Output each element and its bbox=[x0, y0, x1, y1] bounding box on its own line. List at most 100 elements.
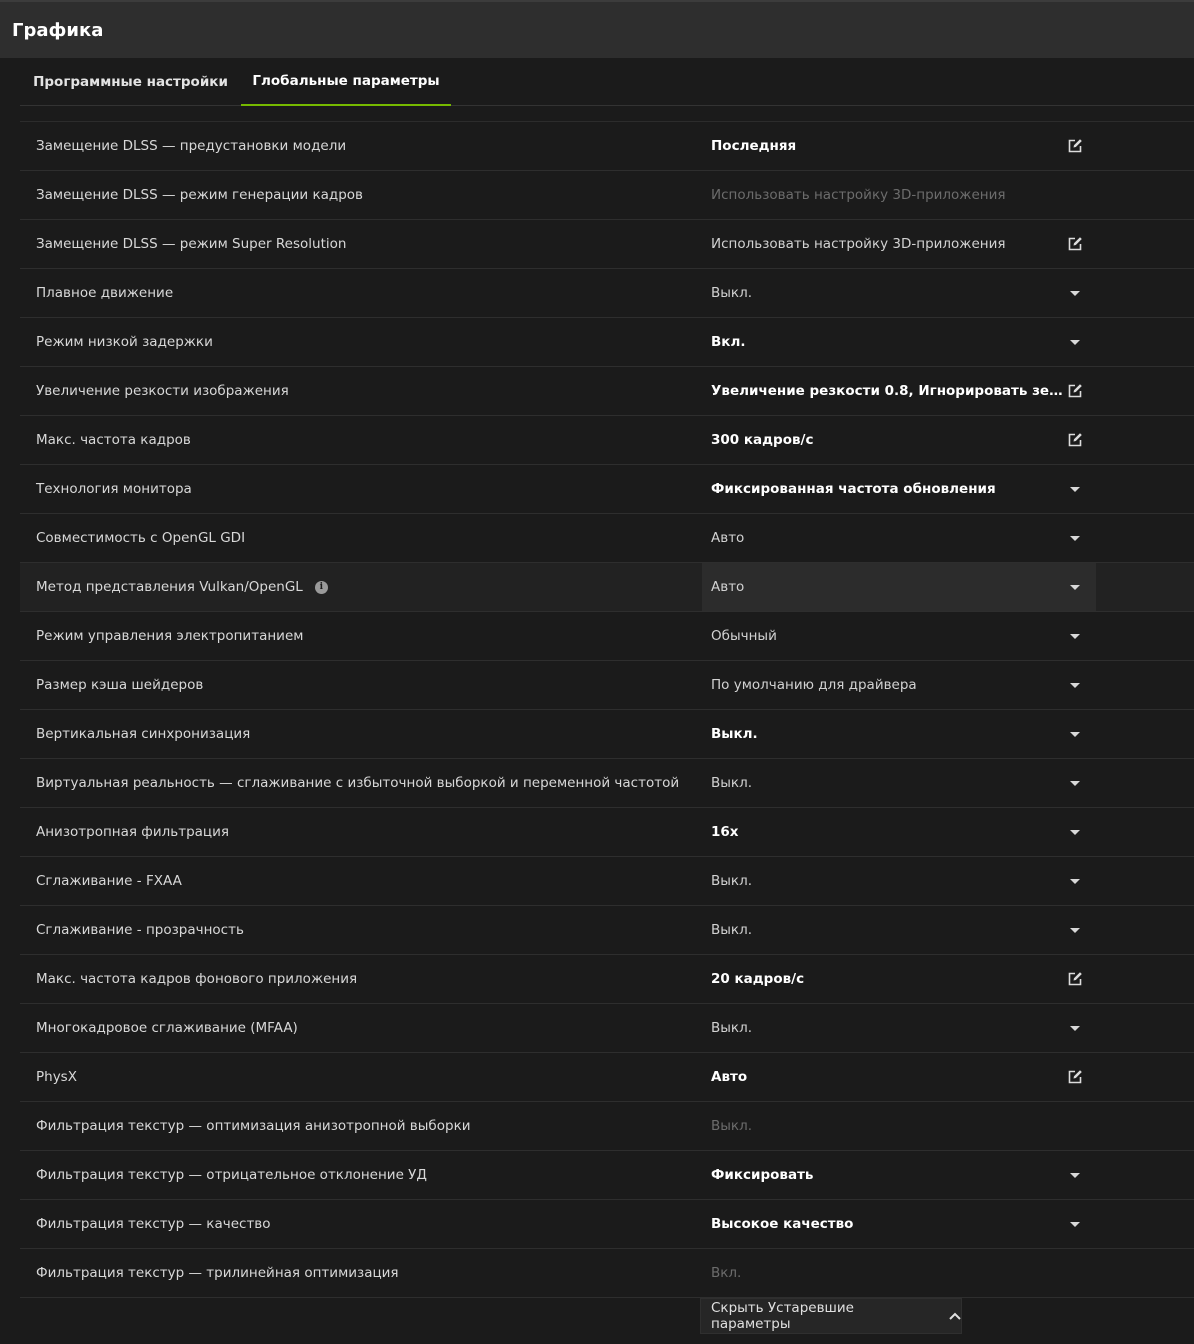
setting-dropdown[interactable]: Выкл. bbox=[702, 759, 1096, 807]
setting-name-label: Многокадровое сглаживание (MFAA) bbox=[36, 1020, 298, 1036]
setting-name: Фильтрация текстур — трилинейная оптимиз… bbox=[36, 1249, 399, 1297]
setting-name: Замещение DLSS — предустановки модели bbox=[36, 122, 346, 170]
setting-name: Вертикальная синхронизация bbox=[36, 710, 250, 758]
setting-name-label: Режим управления электропитанием bbox=[36, 628, 304, 644]
setting-value-editable[interactable]: Увеличение резкости 0.8, Игнорировать зе… bbox=[702, 367, 1096, 415]
setting-dropdown[interactable]: Авто bbox=[702, 563, 1096, 611]
setting-name: Совместимость с OpenGL GDI bbox=[36, 514, 245, 562]
chevron-down-icon[interactable] bbox=[1066, 333, 1084, 351]
setting-value-text: Выкл. bbox=[711, 775, 752, 791]
settings-row: Фильтрация текстур — отрицательное откло… bbox=[20, 1151, 1194, 1200]
setting-name-label: Фильтрация текстур — оптимизация анизотр… bbox=[36, 1118, 471, 1134]
setting-value-text: 300 кадров/с bbox=[711, 432, 814, 448]
chevron-down-icon[interactable] bbox=[1066, 284, 1084, 302]
chevron-up-icon bbox=[949, 1312, 961, 1320]
setting-dropdown[interactable]: По умолчанию для драйвера bbox=[702, 661, 1096, 709]
setting-dropdown[interactable]: Фиксировать bbox=[702, 1151, 1096, 1199]
setting-value-text: Выкл. bbox=[711, 922, 752, 938]
setting-value-editable[interactable]: 300 кадров/с bbox=[702, 416, 1096, 464]
setting-value-editable[interactable]: Последняя bbox=[702, 122, 1096, 170]
edit-icon[interactable] bbox=[1066, 382, 1084, 400]
setting-dropdown[interactable]: 16x bbox=[702, 808, 1096, 856]
setting-dropdown[interactable]: Вкл. bbox=[702, 318, 1096, 366]
setting-value: Выкл. bbox=[711, 759, 1063, 807]
chevron-down-icon[interactable] bbox=[1066, 725, 1084, 743]
setting-name-label: Вертикальная синхронизация bbox=[36, 726, 251, 742]
tab-bar: Программные настройки Глобальные парамет… bbox=[20, 58, 1194, 106]
info-icon[interactable]: i bbox=[314, 580, 328, 594]
setting-dropdown[interactable]: Выкл. bbox=[702, 1004, 1096, 1052]
chevron-down-icon[interactable] bbox=[1066, 578, 1084, 596]
setting-name-label: Макс. частота кадров bbox=[36, 432, 191, 448]
setting-name: Режим низкой задержки bbox=[36, 318, 213, 366]
setting-value-text: Вкл. bbox=[711, 1265, 742, 1281]
setting-name-label: Фильтрация текстур — качество bbox=[36, 1216, 271, 1232]
setting-value: Выкл. bbox=[711, 1102, 1063, 1150]
edit-icon[interactable] bbox=[1066, 235, 1084, 253]
setting-value-editable[interactable]: Использовать настройку 3D-приложения bbox=[702, 220, 1096, 268]
tab-program-settings[interactable]: Программные настройки bbox=[20, 58, 241, 106]
setting-value: Последняя bbox=[711, 122, 1063, 170]
edit-icon[interactable] bbox=[1066, 970, 1084, 988]
setting-value: Вкл. bbox=[711, 318, 1063, 366]
setting-dropdown[interactable]: Обычный bbox=[702, 612, 1096, 660]
setting-value-text: 16x bbox=[711, 824, 739, 840]
title-bar: Графика bbox=[0, 0, 1194, 58]
setting-name: Замещение DLSS — режим Super Resolution bbox=[36, 220, 346, 268]
setting-dropdown[interactable]: Выкл. bbox=[702, 906, 1096, 954]
chevron-down-icon[interactable] bbox=[1066, 480, 1084, 498]
setting-dropdown[interactable]: Выкл. bbox=[702, 710, 1096, 758]
edit-icon[interactable] bbox=[1066, 431, 1084, 449]
settings-row: Фильтрация текстур — трилинейная оптимиз… bbox=[20, 1249, 1194, 1298]
settings-row: Замещение DLSS — режим Super Resolution И… bbox=[20, 220, 1194, 269]
setting-name: Сглаживание - FXAA bbox=[36, 857, 182, 905]
setting-value: Авто bbox=[711, 514, 1063, 562]
setting-name: Технология монитора bbox=[36, 465, 192, 513]
setting-value: Вкл. bbox=[711, 1249, 1063, 1297]
chevron-down-icon[interactable] bbox=[1066, 823, 1084, 841]
setting-dropdown[interactable]: Авто bbox=[702, 514, 1096, 562]
setting-name-label: Анизотропная фильтрация bbox=[36, 824, 229, 840]
setting-value-text: Вкл. bbox=[711, 334, 746, 350]
settings-row: Совместимость с OpenGL GDI Авто bbox=[20, 514, 1194, 563]
settings-row: Замещение DLSS — режим генерации кадров И… bbox=[20, 171, 1194, 220]
settings-list: Замещение DLSS — предустановки модели Пос… bbox=[20, 121, 1194, 1298]
setting-name: Фильтрация текстур — отрицательное откло… bbox=[36, 1151, 427, 1199]
setting-value: 20 кадров/с bbox=[711, 955, 1063, 1003]
setting-value-text: Авто bbox=[711, 530, 745, 546]
edit-icon[interactable] bbox=[1066, 1068, 1084, 1086]
setting-name-label: Макс. частота кадров фонового приложения bbox=[36, 971, 358, 987]
chevron-down-icon[interactable] bbox=[1066, 921, 1084, 939]
chevron-down-icon[interactable] bbox=[1066, 627, 1084, 645]
setting-dropdown[interactable]: Высокое качество bbox=[702, 1200, 1096, 1248]
setting-name-label: Фильтрация текстур — трилинейная оптимиз… bbox=[36, 1265, 399, 1281]
setting-value-editable[interactable]: 20 кадров/с bbox=[702, 955, 1096, 1003]
setting-dropdown[interactable]: Фиксированная частота обновления bbox=[702, 465, 1096, 513]
chevron-down-icon[interactable] bbox=[1066, 872, 1084, 890]
setting-value-editable[interactable]: Авто bbox=[702, 1053, 1096, 1101]
settings-row: Увеличение резкости изображения Увеличени… bbox=[20, 367, 1194, 416]
setting-value-text: Использовать настройку 3D-приложения bbox=[711, 236, 1006, 252]
chevron-down-icon[interactable] bbox=[1066, 1215, 1084, 1233]
hide-legacy-settings-button[interactable]: Скрыть Устаревшие параметры bbox=[700, 1298, 962, 1334]
chevron-down-icon[interactable] bbox=[1066, 1019, 1084, 1037]
chevron-down-icon[interactable] bbox=[1066, 676, 1084, 694]
tab-global-settings[interactable]: Глобальные параметры bbox=[241, 58, 451, 106]
setting-name: PhysX bbox=[36, 1053, 77, 1101]
setting-value-text: По умолчанию для драйвера bbox=[711, 677, 917, 693]
setting-dropdown[interactable]: Выкл. bbox=[702, 269, 1096, 317]
setting-name: Анизотропная фильтрация bbox=[36, 808, 229, 856]
setting-value-text: Выкл. bbox=[711, 285, 752, 301]
setting-value-text: Фиксированная частота обновления bbox=[711, 481, 996, 497]
setting-name: Сглаживание - прозрачность bbox=[36, 906, 244, 954]
setting-name: Метод представления Vulkan/OpenGL i bbox=[36, 563, 328, 611]
edit-icon[interactable] bbox=[1066, 137, 1084, 155]
chevron-down-icon[interactable] bbox=[1066, 529, 1084, 547]
setting-value: 16x bbox=[711, 808, 1063, 856]
settings-row: Фильтрация текстур — качество Высокое кач… bbox=[20, 1200, 1194, 1249]
chevron-down-icon[interactable] bbox=[1066, 774, 1084, 792]
setting-dropdown[interactable]: Выкл. bbox=[702, 857, 1096, 905]
setting-value: Выкл. bbox=[711, 906, 1063, 954]
setting-value: Использовать настройку 3D-приложения bbox=[711, 171, 1063, 219]
chevron-down-icon[interactable] bbox=[1066, 1166, 1084, 1184]
